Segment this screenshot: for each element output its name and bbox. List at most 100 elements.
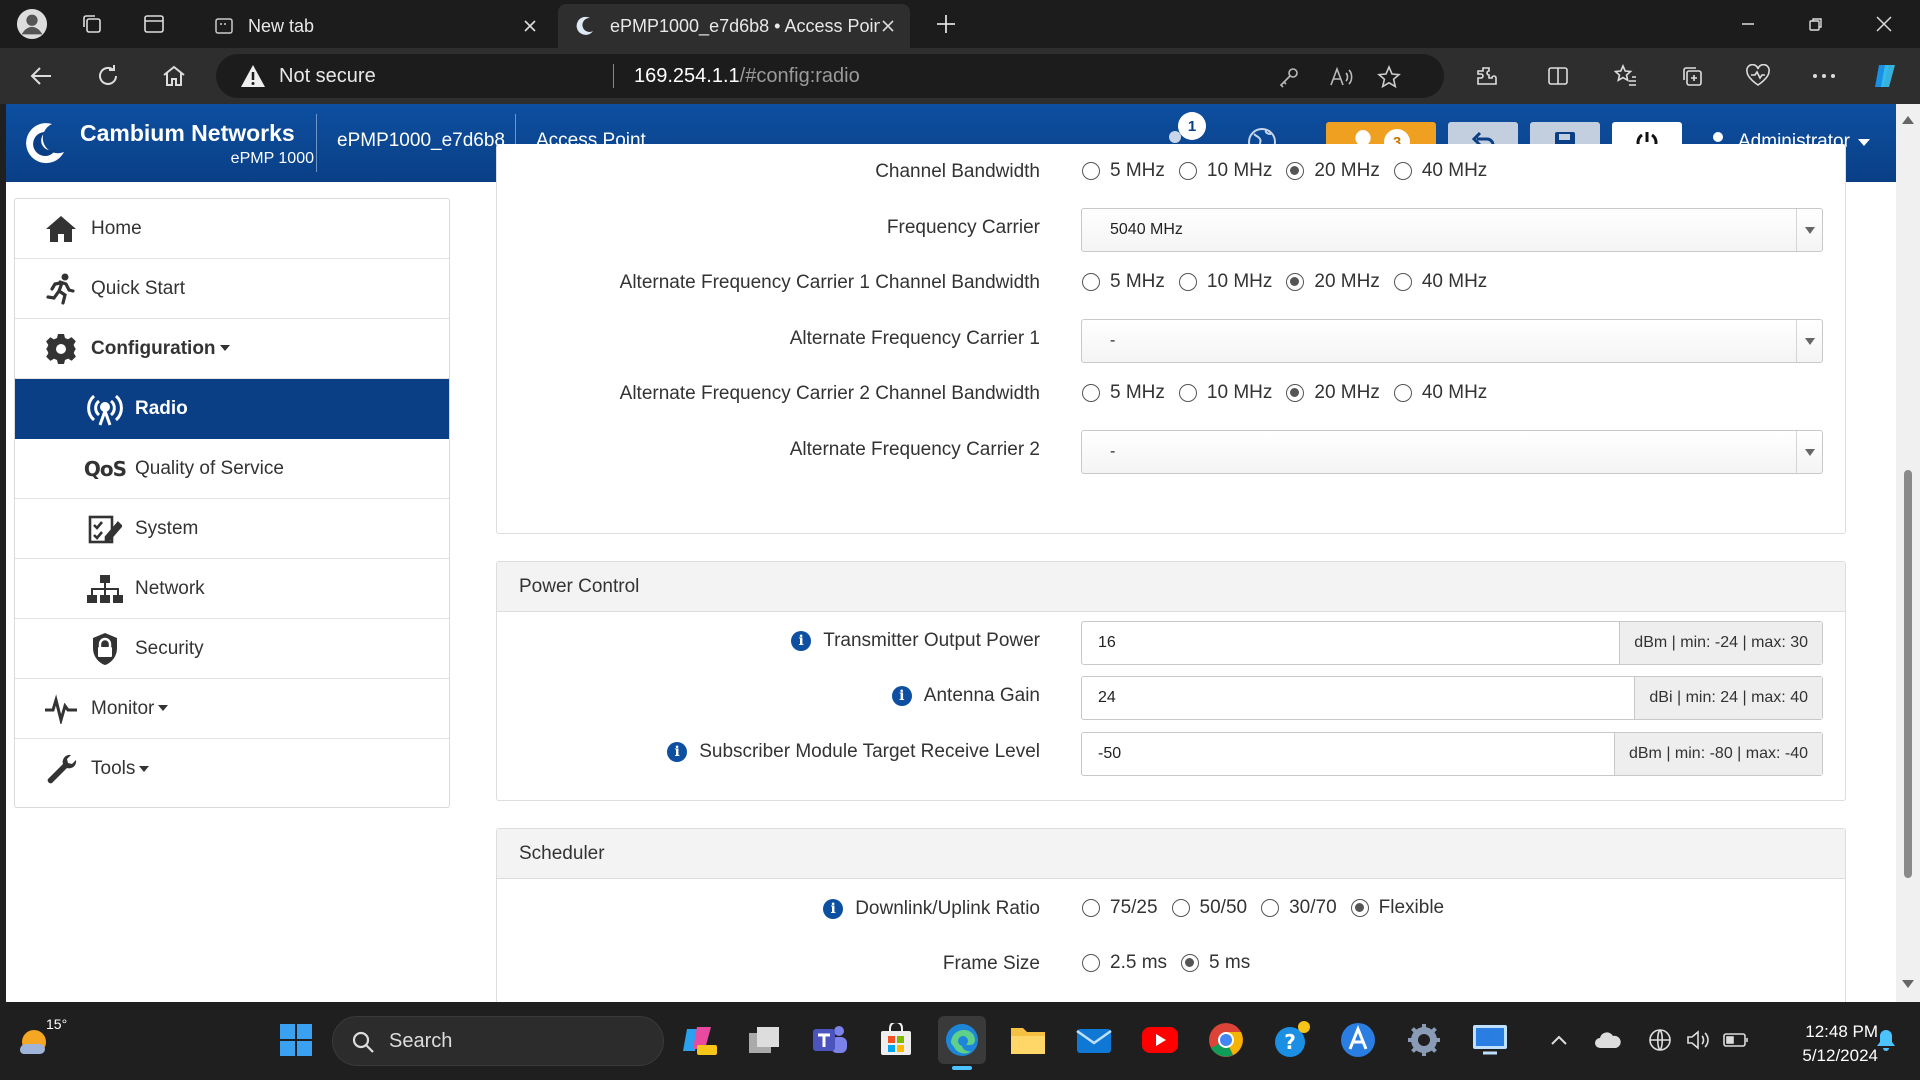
radio-option-5mhz[interactable]: 5 MHz [1082, 160, 1165, 182]
tab-new-tab[interactable]: New tab [200, 4, 552, 48]
sm-target-level-input[interactable]: -50 dBm | min: -80 | max: -40 [1081, 732, 1823, 776]
settings-gear-icon[interactable] [1400, 1016, 1448, 1064]
sidebar-item-home[interactable]: Home [15, 199, 449, 259]
app-a-icon[interactable] [1334, 1016, 1382, 1064]
antenna-gain-input[interactable]: 24 dBi | min: 24 | max: 40 [1081, 676, 1823, 720]
show-hidden-icons-chevron-icon[interactable] [1542, 1016, 1576, 1064]
cambium-logo[interactable]: Cambium Networks ePMP 1000 [20, 116, 314, 172]
radio-option-5mhz[interactable]: 5 MHz [1082, 271, 1165, 293]
radio-option-flexible[interactable]: Flexible [1350, 897, 1444, 919]
get-help-icon[interactable]: ? [1268, 1016, 1316, 1064]
alt2-carrier-select[interactable]: - [1081, 430, 1823, 474]
info-icon[interactable]: i [791, 631, 812, 651]
alt1-carrier-select[interactable]: - [1081, 319, 1823, 363]
sidebar-item-configuration[interactable]: Configuration [15, 319, 449, 379]
taskbar-clock[interactable]: 12:48 PM 5/12/2024 [1760, 1020, 1878, 1068]
sidebar-nav: Home Quick Start Configuration Radio QoS… [14, 198, 450, 808]
notification-bell-icon[interactable] [1866, 1016, 1906, 1064]
youtube-icon[interactable] [1136, 1016, 1184, 1064]
browser-essentials-icon[interactable] [1742, 60, 1774, 92]
back-arrow-icon[interactable] [26, 60, 58, 92]
security-status-text[interactable]: Not secure [279, 65, 376, 88]
radio-option-40mhz[interactable]: 40 MHz [1393, 160, 1487, 182]
sidebar-item-radio[interactable]: Radio [15, 379, 449, 439]
battery-icon[interactable] [1718, 1016, 1754, 1064]
sidebar-item-security[interactable]: Security [15, 619, 449, 679]
task-view-icon[interactable] [740, 1016, 788, 1064]
key-icon[interactable] [1276, 64, 1302, 90]
start-button[interactable] [272, 1016, 320, 1064]
weather-widget[interactable]: 15° [14, 1016, 67, 1065]
sidebar-item-tools[interactable]: Tools [15, 739, 449, 799]
close-tab-icon[interactable] [876, 14, 900, 38]
radio-option-10mhz[interactable]: 10 MHz [1178, 382, 1272, 404]
radio-option-75-25[interactable]: 75/25 [1082, 897, 1158, 919]
input-value[interactable]: 24 [1082, 677, 1634, 719]
info-icon[interactable]: i [823, 899, 844, 919]
info-icon[interactable]: i [891, 686, 912, 706]
remote-desktop-icon[interactable] [1466, 1016, 1514, 1064]
workspaces-icon[interactable] [76, 8, 108, 40]
info-icon[interactable]: i [667, 742, 688, 762]
tab-actions-icon[interactable] [138, 8, 170, 40]
home-browser-icon[interactable] [158, 60, 190, 92]
sidebar-item-quality-of-service[interactable]: QoS Quality of Service [15, 439, 449, 499]
radio-option-40mhz[interactable]: 40 MHz [1393, 382, 1487, 404]
radio-option-30-70[interactable]: 30/70 [1261, 897, 1337, 919]
new-tab-plus-icon[interactable] [930, 8, 962, 40]
page-scrollbar[interactable] [1896, 104, 1920, 1002]
sidebar-item-quick-start[interactable]: Quick Start [15, 259, 449, 319]
edge-browser-icon[interactable] [938, 1016, 986, 1070]
copilot-pre-taskbar-icon[interactable] [676, 1016, 724, 1064]
sidebar-item-monitor[interactable]: Monitor [15, 679, 449, 739]
profile-avatar-icon[interactable] [16, 8, 48, 40]
collections-icon[interactable] [1676, 60, 1708, 92]
input-value[interactable]: -50 [1082, 733, 1614, 775]
favorites-list-icon[interactable] [1610, 60, 1642, 92]
warning-triangle-icon[interactable] [240, 64, 266, 93]
radio-option-5mhz[interactable]: 5 MHz [1082, 382, 1165, 404]
volume-speaker-icon[interactable] [1680, 1016, 1716, 1064]
close-window-icon[interactable] [1852, 0, 1916, 48]
radio-option-2-5ms[interactable]: 2.5 ms [1082, 952, 1167, 974]
dl-ul-ratio-radio-group: 75/25 50/50 30/70 Flexible [1082, 897, 1458, 919]
scroll-up-arrow-icon[interactable] [1902, 116, 1914, 124]
radio-option-10mhz[interactable]: 10 MHz [1178, 271, 1272, 293]
copilot-icon[interactable] [1870, 60, 1902, 92]
sidebar-item-network[interactable]: Network [15, 559, 449, 619]
radio-circle [1178, 273, 1197, 291]
teams-icon[interactable] [806, 1016, 854, 1064]
close-tab-icon[interactable] [518, 14, 542, 38]
split-screen-icon[interactable] [1542, 60, 1574, 92]
radio-option-20mhz[interactable]: 20 MHz [1286, 160, 1380, 182]
address-bar[interactable]: Not secure 169.254.1.1/#config:radio [216, 54, 1444, 98]
tx-power-input[interactable]: 16 dBm | min: -24 | max: 30 [1081, 621, 1823, 665]
chrome-icon[interactable] [1202, 1016, 1250, 1064]
frequency-carrier-select[interactable]: 5040 MHz [1081, 208, 1823, 252]
onedrive-cloud-icon[interactable] [1590, 1016, 1626, 1064]
minimize-icon[interactable] [1716, 0, 1780, 48]
file-explorer-icon[interactable] [1004, 1016, 1052, 1064]
mail-icon[interactable] [1070, 1016, 1118, 1064]
tab-epmp-access-point[interactable]: ePMP1000_e7d6b8 • Access Point [558, 4, 910, 48]
favorite-star-icon[interactable] [1376, 64, 1402, 90]
restore-icon[interactable] [1784, 0, 1848, 48]
radio-option-20mhz[interactable]: 20 MHz [1286, 382, 1380, 404]
scrollbar-thumb[interactable] [1904, 470, 1912, 878]
radio-option-50-50[interactable]: 50/50 [1171, 897, 1247, 919]
refresh-icon[interactable] [92, 60, 124, 92]
radio-option-5ms[interactable]: 5 ms [1181, 952, 1250, 974]
extensions-icon[interactable] [1470, 60, 1502, 92]
microsoft-store-icon[interactable] [872, 1016, 920, 1064]
radio-option-40mhz[interactable]: 40 MHz [1393, 271, 1487, 293]
sidebar-item-system[interactable]: System [15, 499, 449, 559]
radio-option-10mhz[interactable]: 10 MHz [1178, 160, 1272, 182]
network-globe-icon[interactable] [1642, 1016, 1678, 1064]
more-options-icon[interactable] [1808, 60, 1840, 92]
read-aloud-icon[interactable] [1328, 64, 1354, 90]
url-text[interactable]: 169.254.1.1/#config:radio [634, 65, 860, 88]
scroll-down-arrow-icon[interactable] [1902, 980, 1914, 988]
input-value[interactable]: 16 [1082, 622, 1619, 664]
radio-option-20mhz[interactable]: 20 MHz [1286, 271, 1380, 293]
taskbar-search[interactable]: Search [332, 1016, 664, 1066]
